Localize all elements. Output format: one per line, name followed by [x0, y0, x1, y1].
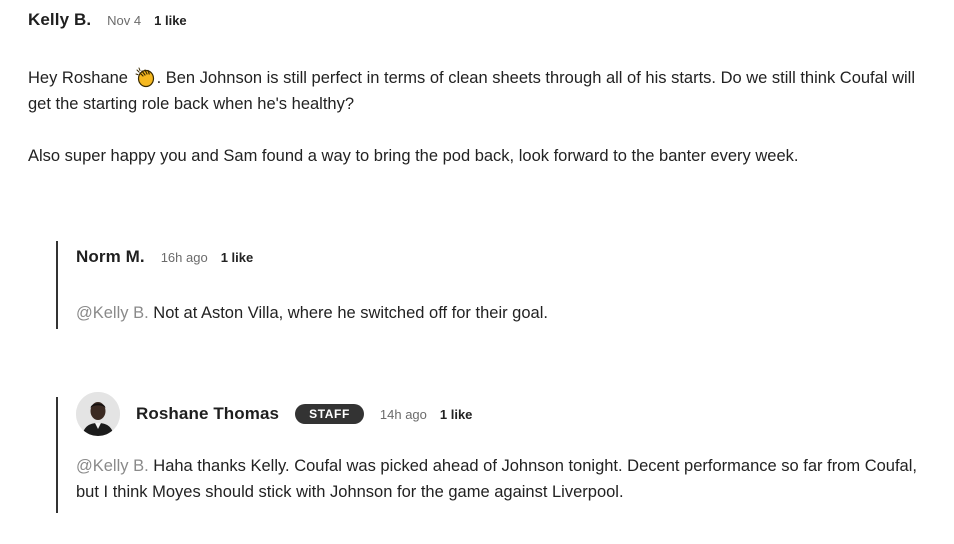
reply-header: Norm M. 16h ago 1 like: [76, 247, 946, 267]
reply-mention-link[interactable]: @Kelly B.: [76, 304, 149, 322]
comment-timestamp[interactable]: Nov 4: [107, 13, 141, 28]
comment-paragraph: Also super happy you and Sam found a way…: [28, 147, 799, 165]
reply-author[interactable]: Roshane Thomas: [136, 404, 279, 424]
avatar-portrait-icon: [76, 392, 120, 436]
reply-header: Roshane Thomas STAFF 14h ago 1 like: [76, 392, 946, 436]
comment-body: Hey Roshane . Ben Johnson is still perfe…: [28, 65, 928, 169]
reply-author[interactable]: Norm M.: [76, 247, 145, 267]
clapping-hands-emoji-icon: [134, 66, 156, 88]
reply-body: @Kelly B. Not at Aston Villa, where he s…: [76, 300, 946, 326]
comment-kelly: Kelly B. Nov 4 1 like Hey Roshane . Ben …: [28, 10, 928, 169]
reply-body: @Kelly B. Haha thanks Kelly. Coufal was …: [76, 453, 936, 505]
comment-like-count[interactable]: 1 like: [154, 13, 187, 28]
reply-like-count[interactable]: 1 like: [440, 407, 473, 422]
reply-mention-link[interactable]: @Kelly B.: [76, 457, 149, 475]
reply-timestamp[interactable]: 16h ago: [161, 250, 208, 265]
reply-thread-line: [56, 241, 58, 329]
comment-header: Kelly B. Nov 4 1 like: [28, 10, 928, 30]
reply-like-count[interactable]: 1 like: [221, 250, 254, 265]
comment-text: Hey Roshane: [28, 69, 133, 87]
reply-thread-line: [56, 397, 58, 513]
staff-badge: STAFF: [295, 404, 364, 424]
author-avatar[interactable]: [76, 392, 120, 436]
reply-norm: Norm M. 16h ago 1 like @Kelly B. Not at …: [56, 241, 946, 329]
comment-text: . Ben Johnson is still perfect in terms …: [28, 69, 915, 113]
reply-text: Haha thanks Kelly. Coufal was picked ahe…: [76, 457, 917, 501]
reply-timestamp[interactable]: 14h ago: [380, 407, 427, 422]
comment-paragraph: Hey Roshane . Ben Johnson is still perfe…: [28, 65, 928, 117]
comment-author[interactable]: Kelly B.: [28, 10, 91, 30]
reply-text: Not at Aston Villa, where he switched of…: [148, 304, 548, 322]
clapping-hands-icon-graphic: [135, 67, 154, 88]
reply-roshane: Roshane Thomas STAFF 14h ago 1 like @Kel…: [56, 392, 946, 513]
